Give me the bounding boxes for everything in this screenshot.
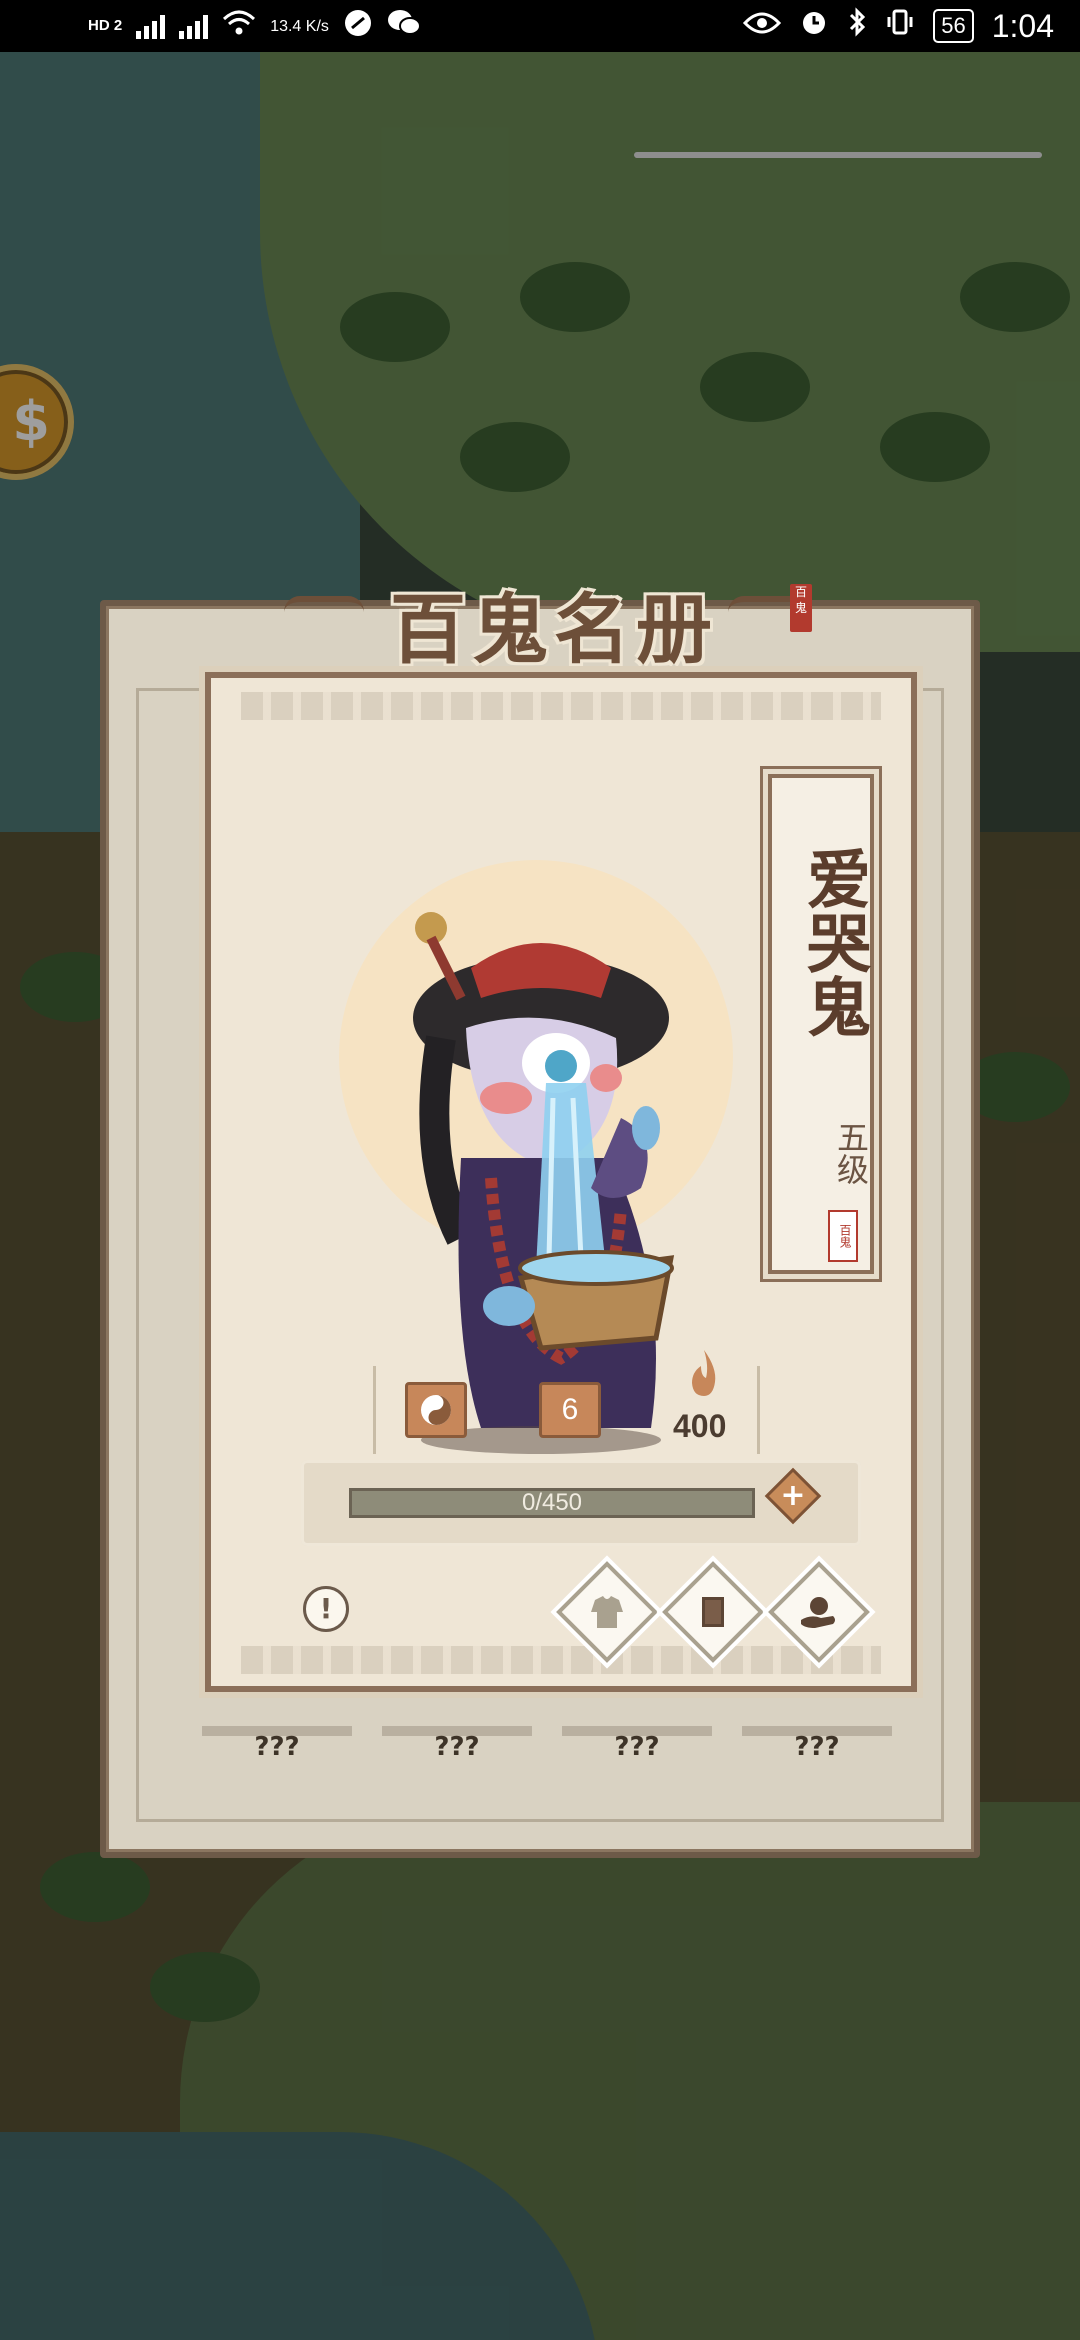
ghost-slot[interactable]: ??? bbox=[202, 1726, 352, 1760]
yin-yang-icon[interactable] bbox=[405, 1382, 467, 1438]
flame-icon bbox=[687, 1348, 721, 1398]
card-pattern-top bbox=[241, 692, 881, 720]
book-icon bbox=[681, 1580, 745, 1644]
plus-icon: + bbox=[780, 1478, 806, 1513]
stat-divider bbox=[373, 1366, 376, 1454]
signal-icon bbox=[136, 13, 166, 39]
xp-text: 0/450 bbox=[521, 1489, 583, 1516]
ghost-slot[interactable]: ??? bbox=[742, 1726, 892, 1760]
clock: 1:04 bbox=[991, 7, 1054, 44]
wifi-icon bbox=[222, 9, 256, 44]
add-xp-button[interactable]: + bbox=[764, 1467, 822, 1525]
codex-title-banner: 百鬼名册 百鬼 bbox=[284, 568, 812, 674]
vibrate-icon bbox=[885, 7, 915, 45]
status-right: 56 1:04 bbox=[743, 0, 1054, 52]
app-icon bbox=[343, 8, 373, 45]
ghost-slot-row: ??? ??? ??? ??? bbox=[202, 1726, 892, 1760]
level-badge-icon[interactable]: 6 bbox=[539, 1382, 601, 1438]
alarm-icon bbox=[799, 7, 829, 45]
plate-seal: 百鬼 bbox=[828, 1210, 858, 1262]
title-seal: 百鬼 bbox=[790, 584, 812, 632]
power-value: 400 bbox=[673, 1408, 727, 1444]
robe-icon bbox=[575, 1580, 639, 1644]
ghost-level: 五级 bbox=[832, 1121, 870, 1185]
codex-title: 百鬼名册 bbox=[390, 585, 718, 674]
ghost-name: 爱哭鬼 bbox=[796, 846, 871, 1038]
network-speed: 13.4 K/s bbox=[270, 17, 329, 35]
status-left: HD 2 13.4 K/s bbox=[88, 0, 421, 52]
battery-indicator: 56 bbox=[933, 9, 974, 43]
signal-icon-2 bbox=[179, 13, 209, 39]
xp-panel: 0/450 + bbox=[301, 1460, 861, 1546]
ghost-card: 爱哭鬼 五级 百鬼 6 400 0/450 + ! bbox=[205, 672, 917, 1692]
info-button[interactable]: ! bbox=[303, 1586, 349, 1632]
xp-progress-bar: 0/450 bbox=[349, 1488, 755, 1518]
bluetooth-icon bbox=[847, 7, 867, 45]
ghost-slot[interactable]: ??? bbox=[382, 1726, 532, 1760]
hd-badge: HD 2 bbox=[88, 17, 123, 34]
eye-icon bbox=[743, 9, 782, 43]
status-bar: HD 2 13.4 K/s 56 1:04 bbox=[0, 0, 1080, 52]
wechat-icon bbox=[387, 8, 421, 45]
ghost-slot[interactable]: ??? bbox=[562, 1726, 712, 1760]
card-pattern-bottom bbox=[241, 1646, 881, 1674]
treasure-hand-icon bbox=[787, 1580, 851, 1644]
stat-divider bbox=[757, 1366, 760, 1454]
ghost-name-plate: 爱哭鬼 五级 百鬼 bbox=[768, 774, 874, 1274]
level-badge-number: 6 bbox=[561, 1393, 579, 1426]
